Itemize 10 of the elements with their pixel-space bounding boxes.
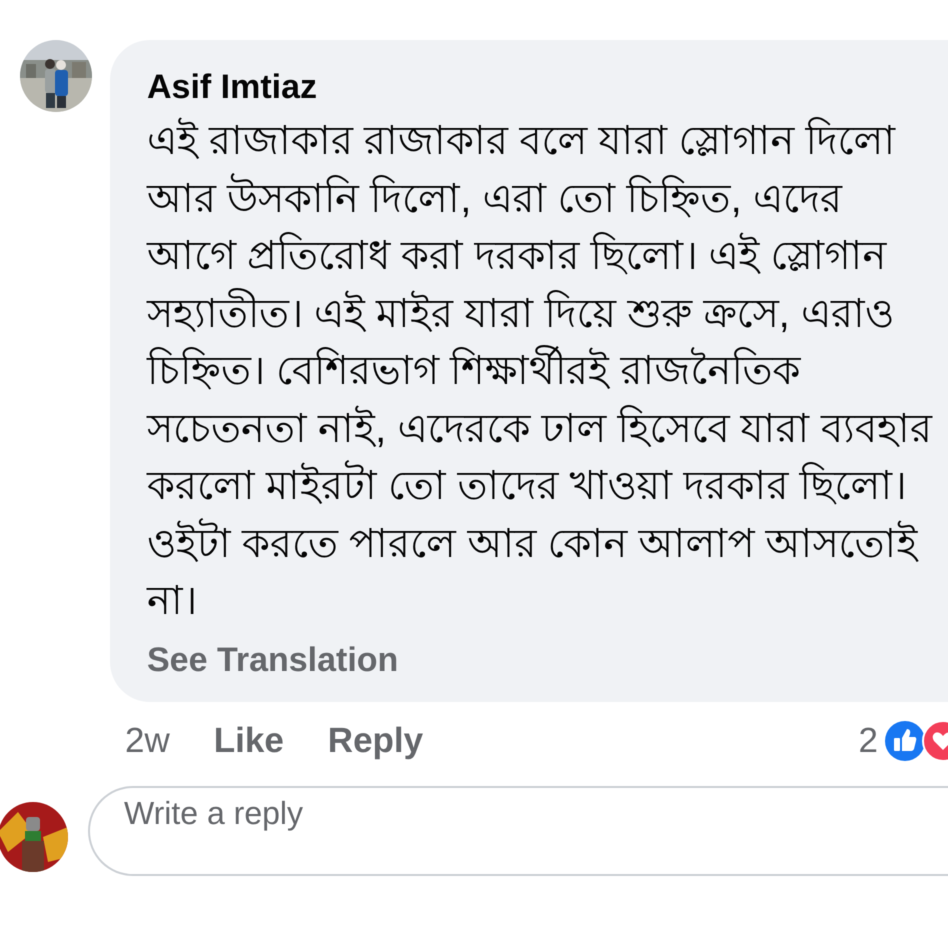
author-name[interactable]: Asif Imtiaz xyxy=(147,68,948,107)
heart-reaction-icon xyxy=(922,720,948,762)
action-link[interactable]: Like xyxy=(214,720,284,760)
timestamp[interactable]: 2w xyxy=(125,720,170,760)
reply-input-field[interactable]: Write a reply xyxy=(88,786,948,876)
reaction-count[interactable]: 2 xyxy=(858,720,878,760)
action-link[interactable]: Reply xyxy=(328,720,424,760)
see-translation-link[interactable]: See Translation xyxy=(147,640,398,680)
like-reaction-icon xyxy=(884,720,926,762)
comment-text: এই রাজাকার রাজাকার বলে যারা স্লোগান দিলো আর উসকানি দিলো, এরা তো চিহ্নিত, এদের আগে প্রতিরোধ করা দরকার ছিলো। এই স্লোগান সহ্যাতীত। এই মাইর যারা দিয়ে শুরু ক্রসে, এরাও চিহ্নিত। বেশিরভাগ শিক্ষার্থীরই রাজনৈতিক সচেতনতা নাই, এদেরকে ঢাল হিসেবে যারা ব্যবহার করলো মাইরটা তো তাদের খাওয়া দরকার ছিলো। ওইটা করতে পারলে আর কোন আলাপ আসতোই না। xyxy=(147,116,934,625)
